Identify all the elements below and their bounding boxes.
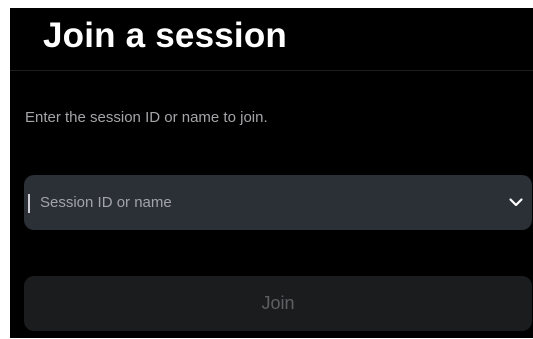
chevron-down-icon[interactable] [508,194,524,210]
page-title: Join a session [43,16,288,55]
app-window: Join a session Enter the session ID or n… [10,8,533,338]
title-bar: Join a session [10,8,533,71]
text-caret [28,194,30,213]
session-input[interactable] [40,175,480,230]
join-button[interactable]: Join [24,276,532,331]
instruction-text: Enter the session ID or name to join. [25,109,268,126]
session-combobox[interactable] [24,175,532,230]
